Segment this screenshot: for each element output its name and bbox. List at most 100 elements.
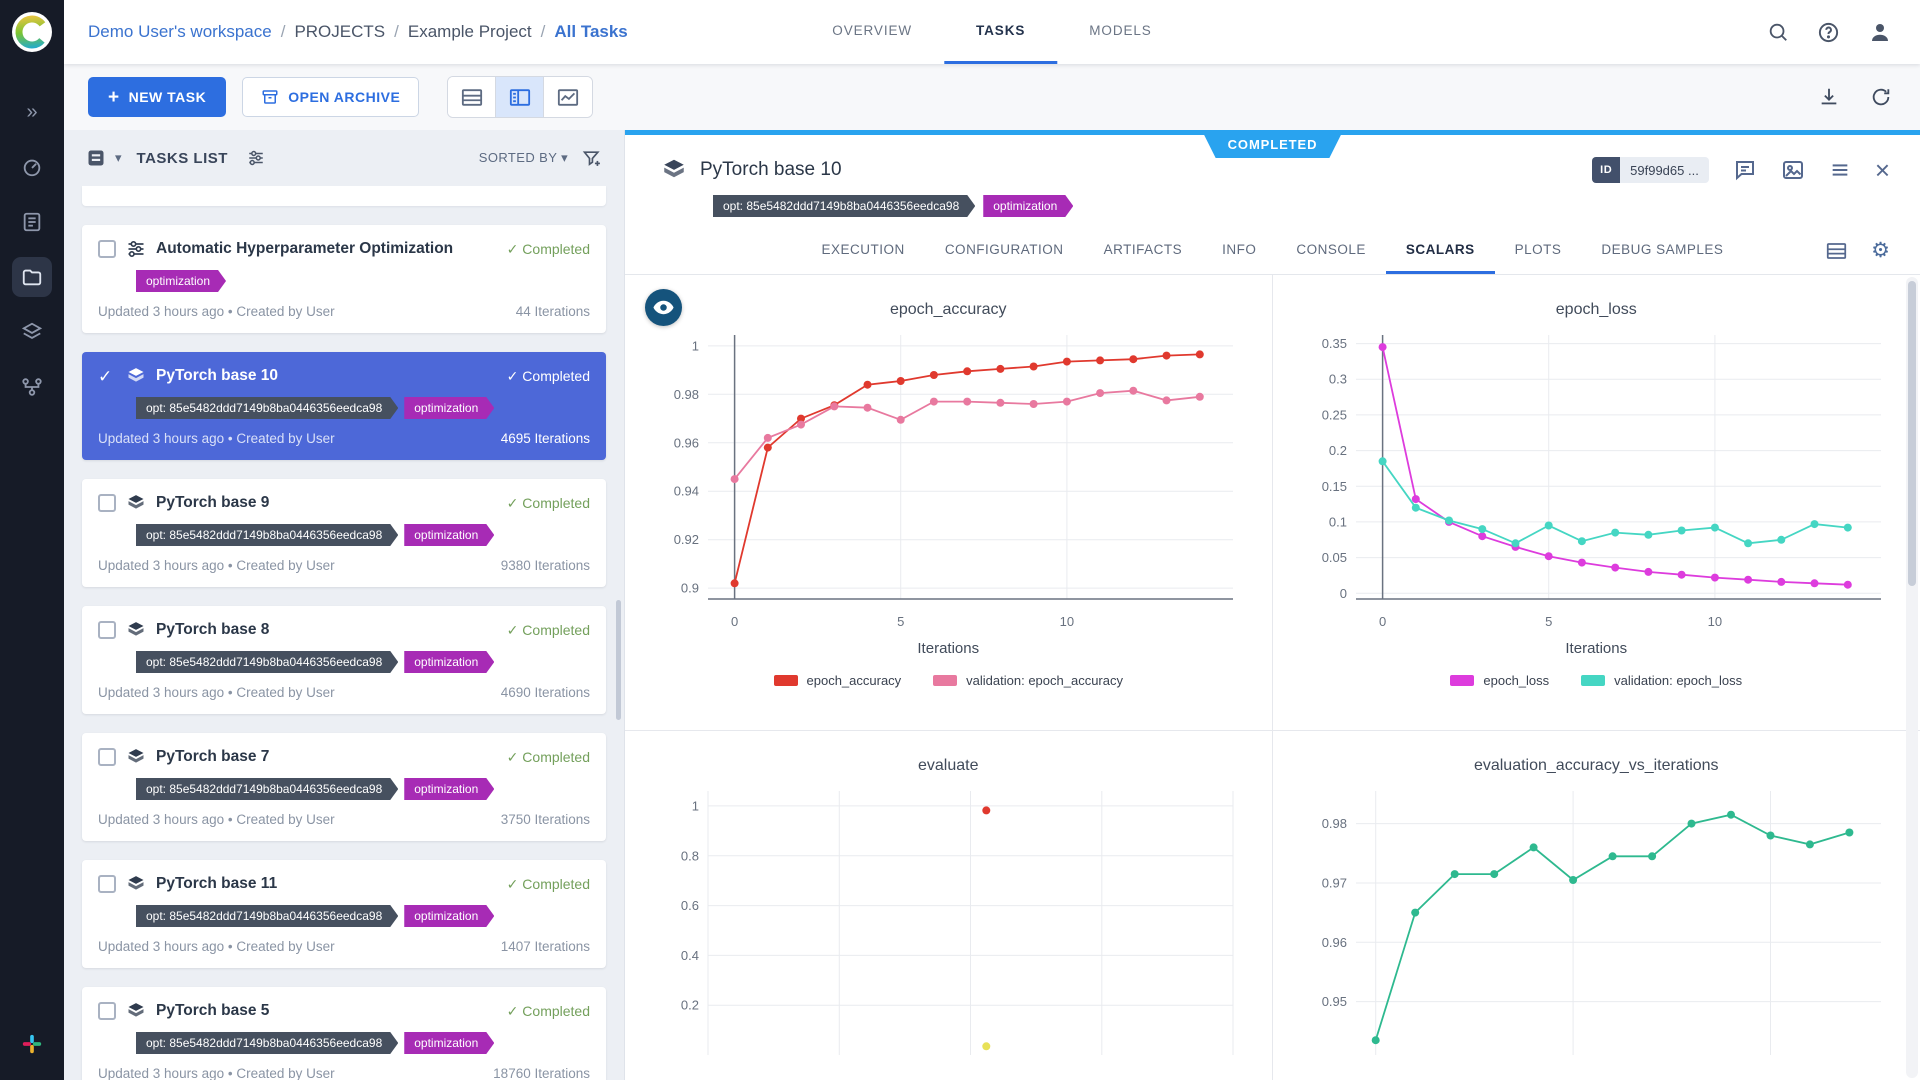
task-card[interactable]: PyTorch base 9✓ Completedopt: 85e5482ddd… — [82, 479, 606, 587]
task-card[interactable]: PyTorch base 7✓ Completedopt: 85e5482ddd… — [82, 733, 606, 841]
legend-item[interactable]: validation: epoch_loss — [1581, 673, 1742, 688]
legend-item[interactable]: validation: epoch_accuracy — [933, 673, 1123, 688]
task-card[interactable]: ✓PyTorch base 10✓ Completedopt: 85e5482d… — [82, 352, 606, 460]
image-icon[interactable] — [1781, 158, 1805, 182]
tune-columns-icon[interactable] — [247, 149, 265, 167]
sorted-by-dropdown[interactable]: SORTED BY ▾ — [479, 150, 568, 166]
detail-tab-configuration[interactable]: CONFIGURATION — [925, 227, 1084, 274]
legend-swatch — [774, 675, 798, 686]
task-tag[interactable]: opt: 85e5482ddd7149b8ba0446356eedca98 — [136, 397, 398, 419]
task-tag[interactable]: optimization — [404, 397, 494, 419]
chart-plot[interactable]: 0.90.920.940.960.9810510 — [638, 325, 1258, 640]
task-meta: Updated 3 hours ago • Created by User — [98, 685, 335, 700]
legend-swatch — [933, 675, 957, 686]
task-checkbox[interactable] — [98, 1002, 116, 1020]
detail-tab-console[interactable]: CONSOLE — [1276, 227, 1386, 274]
detail-tab-debug-samples[interactable]: DEBUG SAMPLES — [1581, 227, 1743, 274]
task-id-pill[interactable]: ID 59f99d65 ... — [1592, 157, 1709, 183]
task-tag[interactable]: opt: 85e5482ddd7149b8ba0446356eedca98 — [136, 905, 398, 927]
projects-icon[interactable] — [12, 257, 52, 297]
breadcrumb-workspace[interactable]: Demo User's workspace — [88, 22, 272, 42]
chart-plot[interactable]: 0.950.960.970.98 — [1286, 781, 1906, 1080]
breadcrumb-projects[interactable]: PROJECTS — [294, 22, 385, 42]
sidebar-expand-icon[interactable]: » — [12, 92, 52, 132]
svg-text:0: 0 — [1379, 614, 1386, 629]
chart-plot[interactable]: 0.20.40.60.81 — [638, 781, 1258, 1080]
help-icon[interactable] — [1817, 21, 1840, 44]
legend-item[interactable]: epoch_loss — [1450, 673, 1549, 688]
nav-tab-models[interactable]: MODELS — [1057, 0, 1183, 64]
task-card-partial[interactable] — [82, 186, 606, 206]
task-checkbox[interactable] — [98, 494, 116, 512]
filter-icon[interactable] — [582, 148, 602, 168]
legend-item[interactable]: epoch_accuracy — [774, 673, 902, 688]
settings-gear-icon[interactable]: ⚙ — [1871, 240, 1890, 261]
task-tag[interactable]: optimization — [136, 270, 226, 292]
hide-show-eye-button[interactable] — [645, 289, 682, 326]
close-icon[interactable]: × — [1875, 157, 1890, 183]
task-card[interactable]: PyTorch base 5✓ Completedopt: 85e5482ddd… — [82, 987, 606, 1080]
download-icon[interactable] — [1818, 86, 1840, 108]
detail-tab-plots[interactable]: PLOTS — [1495, 227, 1582, 274]
avatar[interactable] — [1868, 20, 1892, 44]
task-checkbox-checked[interactable]: ✓ — [98, 368, 116, 385]
task-tag[interactable]: optimization — [404, 1032, 494, 1054]
task-card[interactable]: PyTorch base 11✓ Completedopt: 85e5482dd… — [82, 860, 606, 968]
detail-tab-execution[interactable]: EXECUTION — [802, 227, 925, 274]
open-archive-button[interactable]: OPEN ARCHIVE — [242, 77, 419, 117]
task-card-row: PyTorch base 8✓ Completed — [98, 618, 590, 642]
task-tag[interactable]: optimization — [404, 778, 494, 800]
task-tag[interactable]: opt: 85e5482ddd7149b8ba0446356eedca98 — [136, 1032, 398, 1054]
clearml-logo[interactable] — [11, 0, 53, 64]
task-checkbox[interactable] — [98, 621, 116, 639]
task-checkbox[interactable] — [98, 748, 116, 766]
task-tag[interactable]: optimization — [404, 905, 494, 927]
nav-tab-overview[interactable]: OVERVIEW — [800, 0, 944, 64]
task-tag[interactable]: opt: 85e5482ddd7149b8ba0446356eedca98 — [136, 778, 398, 800]
detail-tab-info[interactable]: INFO — [1202, 227, 1276, 274]
chart-view-button[interactable] — [544, 77, 592, 117]
comment-icon[interactable] — [1733, 158, 1757, 182]
task-card[interactable]: PyTorch base 8✓ Completed opt: 85e5482ddd… — [82, 606, 606, 714]
search-icon[interactable] — [1767, 21, 1789, 43]
split-view-button[interactable] — [496, 77, 544, 117]
task-status: ✓ Completed — [507, 368, 590, 385]
topbar-icons — [1767, 20, 1920, 44]
detail-tab-scalars[interactable]: SCALARS — [1386, 227, 1495, 274]
task-tag[interactable]: opt: 85e5482ddd7149b8ba0446356eedca98 — [136, 524, 398, 546]
select-dropdown-caret[interactable]: ▾ — [115, 150, 122, 166]
task-tag[interactable]: optimization — [404, 651, 494, 673]
metrics-table-icon[interactable] — [1826, 242, 1847, 260]
chart-plot[interactable]: 00.050.10.150.20.250.30.350510 — [1286, 325, 1906, 640]
task-checkbox[interactable] — [98, 875, 116, 893]
chart-epoch_accuracy: epoch_accuracy0.90.920.940.960.9810510It… — [625, 275, 1273, 731]
detail-tag[interactable]: opt: 85e5482ddd7149b8ba0446356eedca98 — [713, 195, 975, 217]
menu-icon[interactable] — [1829, 159, 1851, 181]
dashboard-icon[interactable] — [12, 147, 52, 187]
task-card[interactable]: Automatic Hyperparameter Optimization✓ C… — [82, 225, 606, 333]
table-view-button[interactable] — [448, 77, 496, 117]
task-checkbox[interactable] — [98, 240, 116, 258]
slack-icon[interactable] — [21, 1033, 43, 1060]
reports-icon[interactable] — [12, 202, 52, 242]
task-meta: Updated 3 hours ago • Created by User — [98, 812, 335, 827]
breadcrumb-all-tasks[interactable]: All Tasks — [554, 22, 627, 42]
detail-tag[interactable]: optimization — [983, 195, 1073, 217]
task-tag[interactable]: opt: 85e5482ddd7149b8ba0446356eedca98 — [136, 651, 398, 673]
tasks-scrollbar[interactable] — [616, 600, 621, 720]
new-task-button[interactable]: + NEW TASK — [88, 77, 226, 117]
task-tags: optimization — [136, 269, 590, 293]
pipelines-icon[interactable] — [12, 367, 52, 407]
task-tag[interactable]: optimization — [404, 524, 494, 546]
detail-scrollbar-thumb[interactable] — [1908, 281, 1916, 586]
tune-icon — [126, 239, 146, 259]
detail-scrollbar[interactable] — [1906, 277, 1918, 1078]
datasets-icon[interactable] — [12, 312, 52, 352]
svg-text:0.97: 0.97 — [1322, 876, 1347, 891]
auto-refresh-icon[interactable] — [1870, 86, 1892, 108]
breadcrumb-project[interactable]: Example Project — [408, 22, 532, 42]
task-meta: Updated 3 hours ago • Created by User — [98, 304, 335, 319]
select-all-checkbox[interactable] — [86, 148, 106, 168]
detail-tab-artifacts[interactable]: ARTIFACTS — [1084, 227, 1203, 274]
nav-tab-tasks[interactable]: TASKS — [944, 0, 1057, 64]
